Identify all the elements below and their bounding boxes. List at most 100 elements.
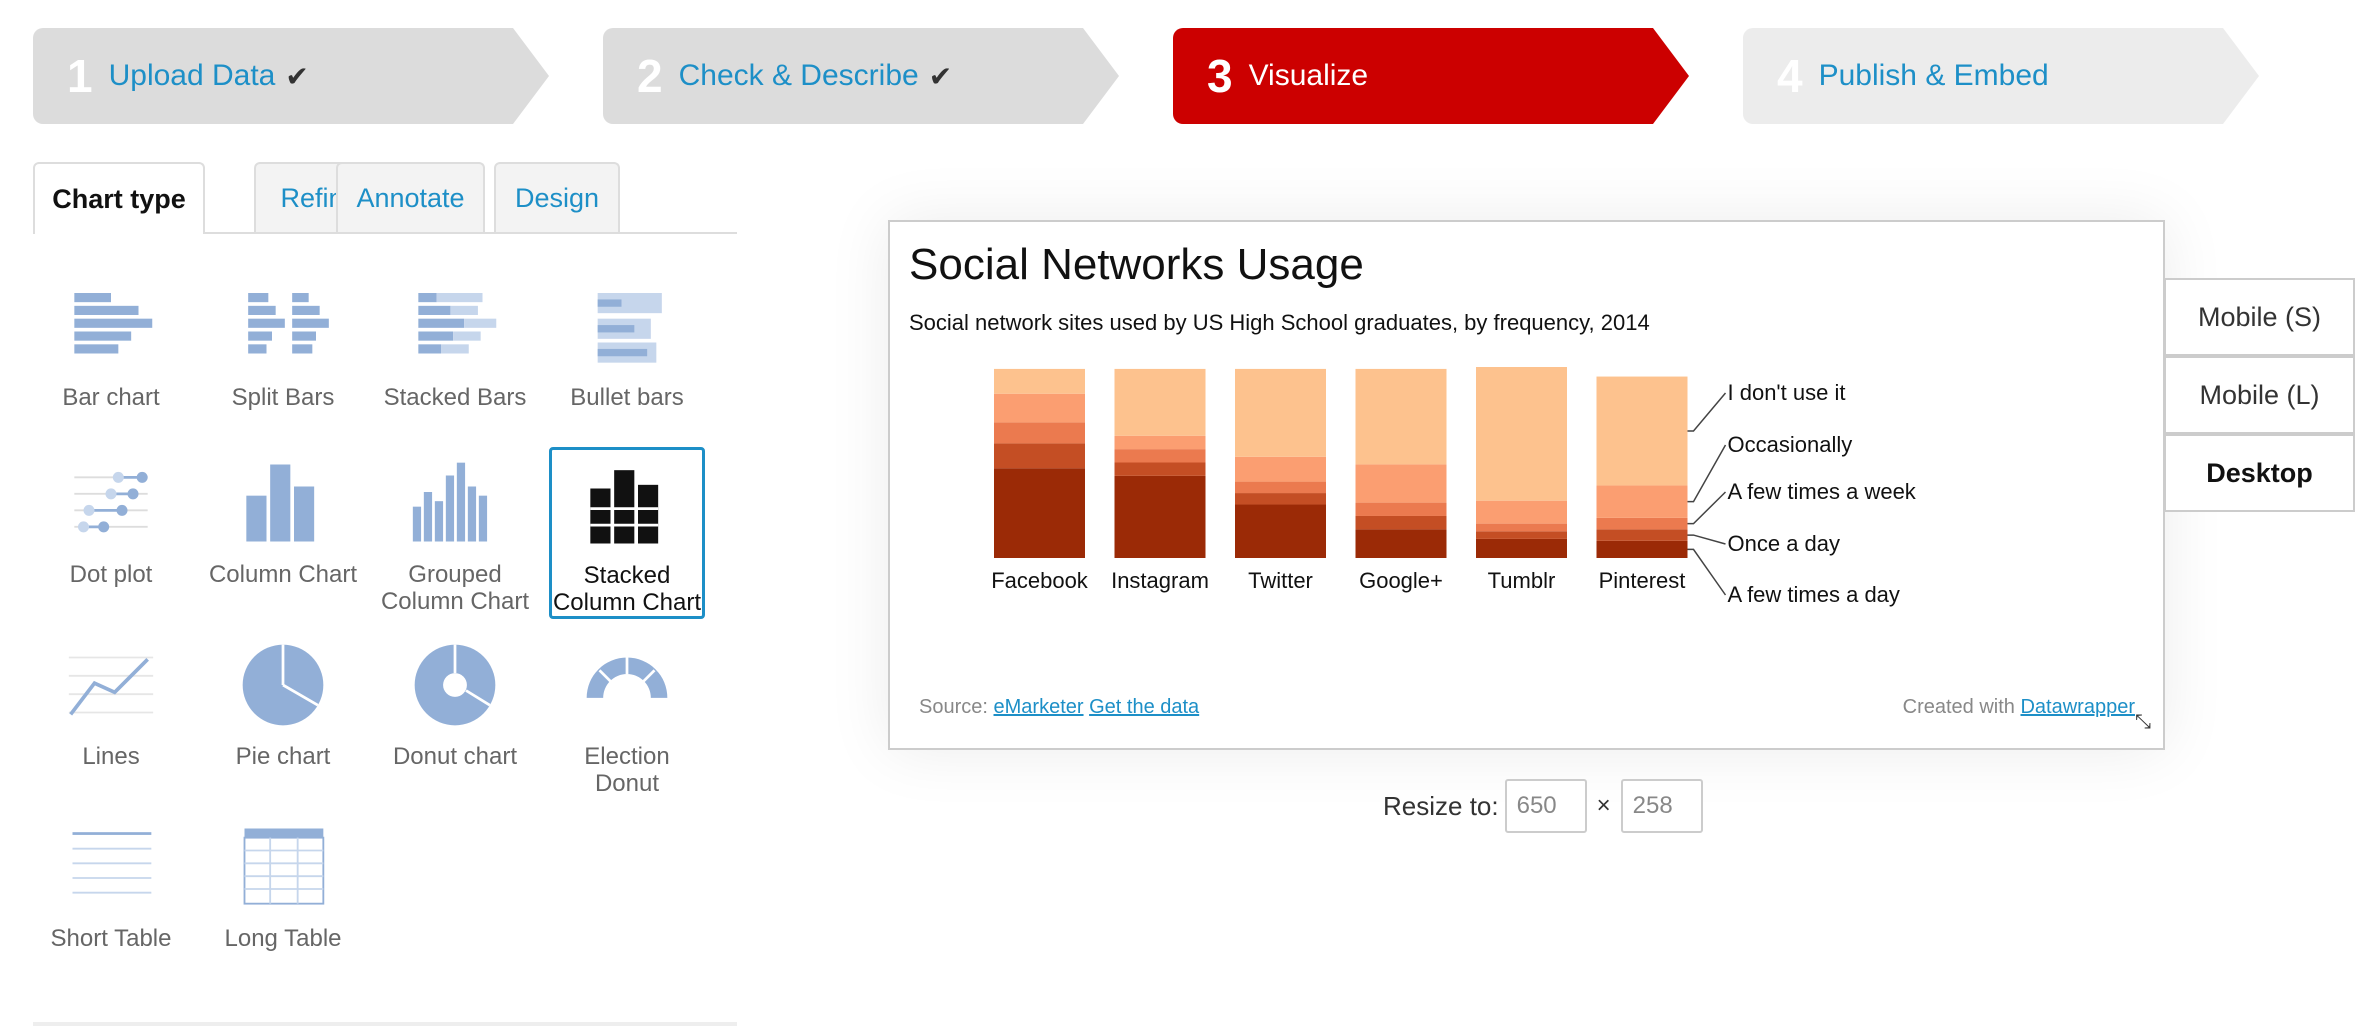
chart-type-dot-plot[interactable]: Dot plot [33,447,189,619]
donut-chart-icon [414,644,496,726]
series-label: A few times a week [1728,479,1917,504]
stacked-column-chart: Facebook Instagram Twitter Google+ Tumblr Pin… [991,367,1917,607]
chart-type-stacked-column[interactable]: Stacked Column Chart [549,447,705,619]
step-visualize[interactable]: 3 Visualize [1173,28,1689,124]
bar-segment [1114,449,1206,463]
bar-chart-icon [74,293,153,354]
get-data-link[interactable]: Get the data [1089,696,1199,718]
label-connector [1687,392,1727,432]
chart-type-bullet-bars[interactable]: Bullet bars [549,270,705,442]
category-label: Pinterest [1599,568,1686,593]
dot-plot-icon [74,471,148,533]
category-label: Facebook [991,568,1089,593]
long-table-icon [243,828,325,905]
chart-type-label: Bar chart [62,384,160,411]
source-label: Source: [919,696,988,718]
label-connector [1687,491,1727,525]
created-with-label: Created with [1902,696,2015,718]
chart-type-donut-chart[interactable]: Donut chart [377,629,533,801]
resize-label: Resize to: [1383,790,1499,821]
pie-chart-icon [242,644,324,726]
bar-segment [1114,475,1206,558]
resize-controls: Resize to: × [1383,778,1703,834]
chart-type-long-table[interactable]: Long Table [205,811,361,983]
chart-type-short-table[interactable]: Short Table [33,811,189,983]
sidebar-bottom-divider [33,1022,737,1026]
step-label: Check & Describe [678,59,919,92]
bar-segment [1235,493,1326,505]
step-number: 1 [67,50,93,102]
chart-type-label: Split Bars [231,384,335,411]
check-icon: ✔ [285,60,309,92]
chart-type-label: Dot plot [69,561,153,588]
chart-type-split-bars[interactable]: Split Bars [205,270,361,442]
datawrapper-link[interactable]: Datawrapper [2020,696,2135,718]
chart-type-lines[interactable]: Lines [33,629,189,801]
resize-width-input[interactable] [1504,779,1587,833]
check-icon: ✔ [928,60,953,92]
resize-handle-icon[interactable]: ⤡ [2135,711,2151,734]
bar-segment [1476,531,1567,539]
device-desktop-button[interactable]: Desktop [2164,434,2355,512]
tab-annotate[interactable]: Annotate [336,162,485,232]
series-label: I don't use it [1728,380,1846,405]
device-mobile-l-button[interactable]: Mobile (L) [2164,356,2355,434]
bar-segment [994,368,1085,394]
chart-credit: Created with Datawrapper [1903,696,2135,719]
bar-segment [1476,538,1567,558]
chart-type-label: Bullet bars [570,384,684,411]
chart-type-label: Pie chart [235,743,331,770]
chart-type-label: Donut chart [392,743,518,770]
series-label: A few times a day [1728,582,1900,607]
bar-segment [1235,456,1326,482]
step-number: 2 [637,50,663,102]
label-connector [1687,444,1727,503]
split-bars-icon [248,293,329,354]
bar-segment [1596,540,1688,558]
sidebar-tabs: Chart type Refine Annotate Design [33,162,737,234]
step-number: 3 [1207,50,1233,102]
election-donut-icon [586,657,668,698]
category-label: Twitter [1248,568,1313,593]
grouped-column-icon [412,462,488,542]
device-mobile-s-button[interactable]: Mobile (S) [2164,278,2355,356]
chart-type-label: Lines [82,743,140,770]
bar-segment [1596,529,1688,541]
stacked-column-icon [590,470,659,544]
bar-segment [1355,529,1447,558]
chart-type-column-chart[interactable]: Column Chart [205,447,361,619]
category-label: Google+ [1359,568,1443,593]
chart-type-label: Column Chart [208,561,358,588]
chart-type-label: Long Table [224,925,342,952]
step-label: Upload Data [108,59,276,92]
chart-type-pie-chart[interactable]: Pie chart [205,629,361,801]
source-link[interactable]: eMarketer [994,696,1084,718]
bar-segment [1114,368,1206,436]
series-label: Occasionally [1728,432,1853,457]
bar-segment [1235,504,1326,558]
chart-type-label: Stacked Column Chart [552,562,702,616]
step-label: Visualize [1248,59,1369,92]
category-label: Instagram [1111,568,1209,593]
chart-type-grouped-column[interactable]: Grouped Column Chart [377,447,533,619]
tab-design[interactable]: Design [494,162,620,232]
bar-segment [1235,368,1326,457]
bar-segment [1235,481,1326,494]
chart-type-election-donut[interactable]: Election Donut [549,629,705,801]
bar-segment [1476,523,1567,532]
chart-type-bar-chart[interactable]: Bar chart [33,270,189,442]
resize-height-input[interactable] [1620,779,1703,833]
label-connector [1687,534,1726,545]
step-publish-embed[interactable]: 4 Publish & Embed [1743,28,2259,124]
category-label: Tumblr [1488,568,1556,593]
bar-segment [994,468,1085,558]
step-upload-data[interactable]: 1 Upload Data ✔ [33,28,549,124]
step-check-describe[interactable]: 2 Check & Describe ✔ [603,28,1119,124]
lines-icon [68,656,154,716]
tab-chart-type[interactable]: Chart type [33,162,205,234]
short-table-icon [72,832,152,894]
stacked-bars-icon [418,293,497,354]
label-connector [1687,548,1727,596]
bar-segment [1596,376,1688,486]
chart-type-stacked-bars[interactable]: Stacked Bars [377,270,533,442]
